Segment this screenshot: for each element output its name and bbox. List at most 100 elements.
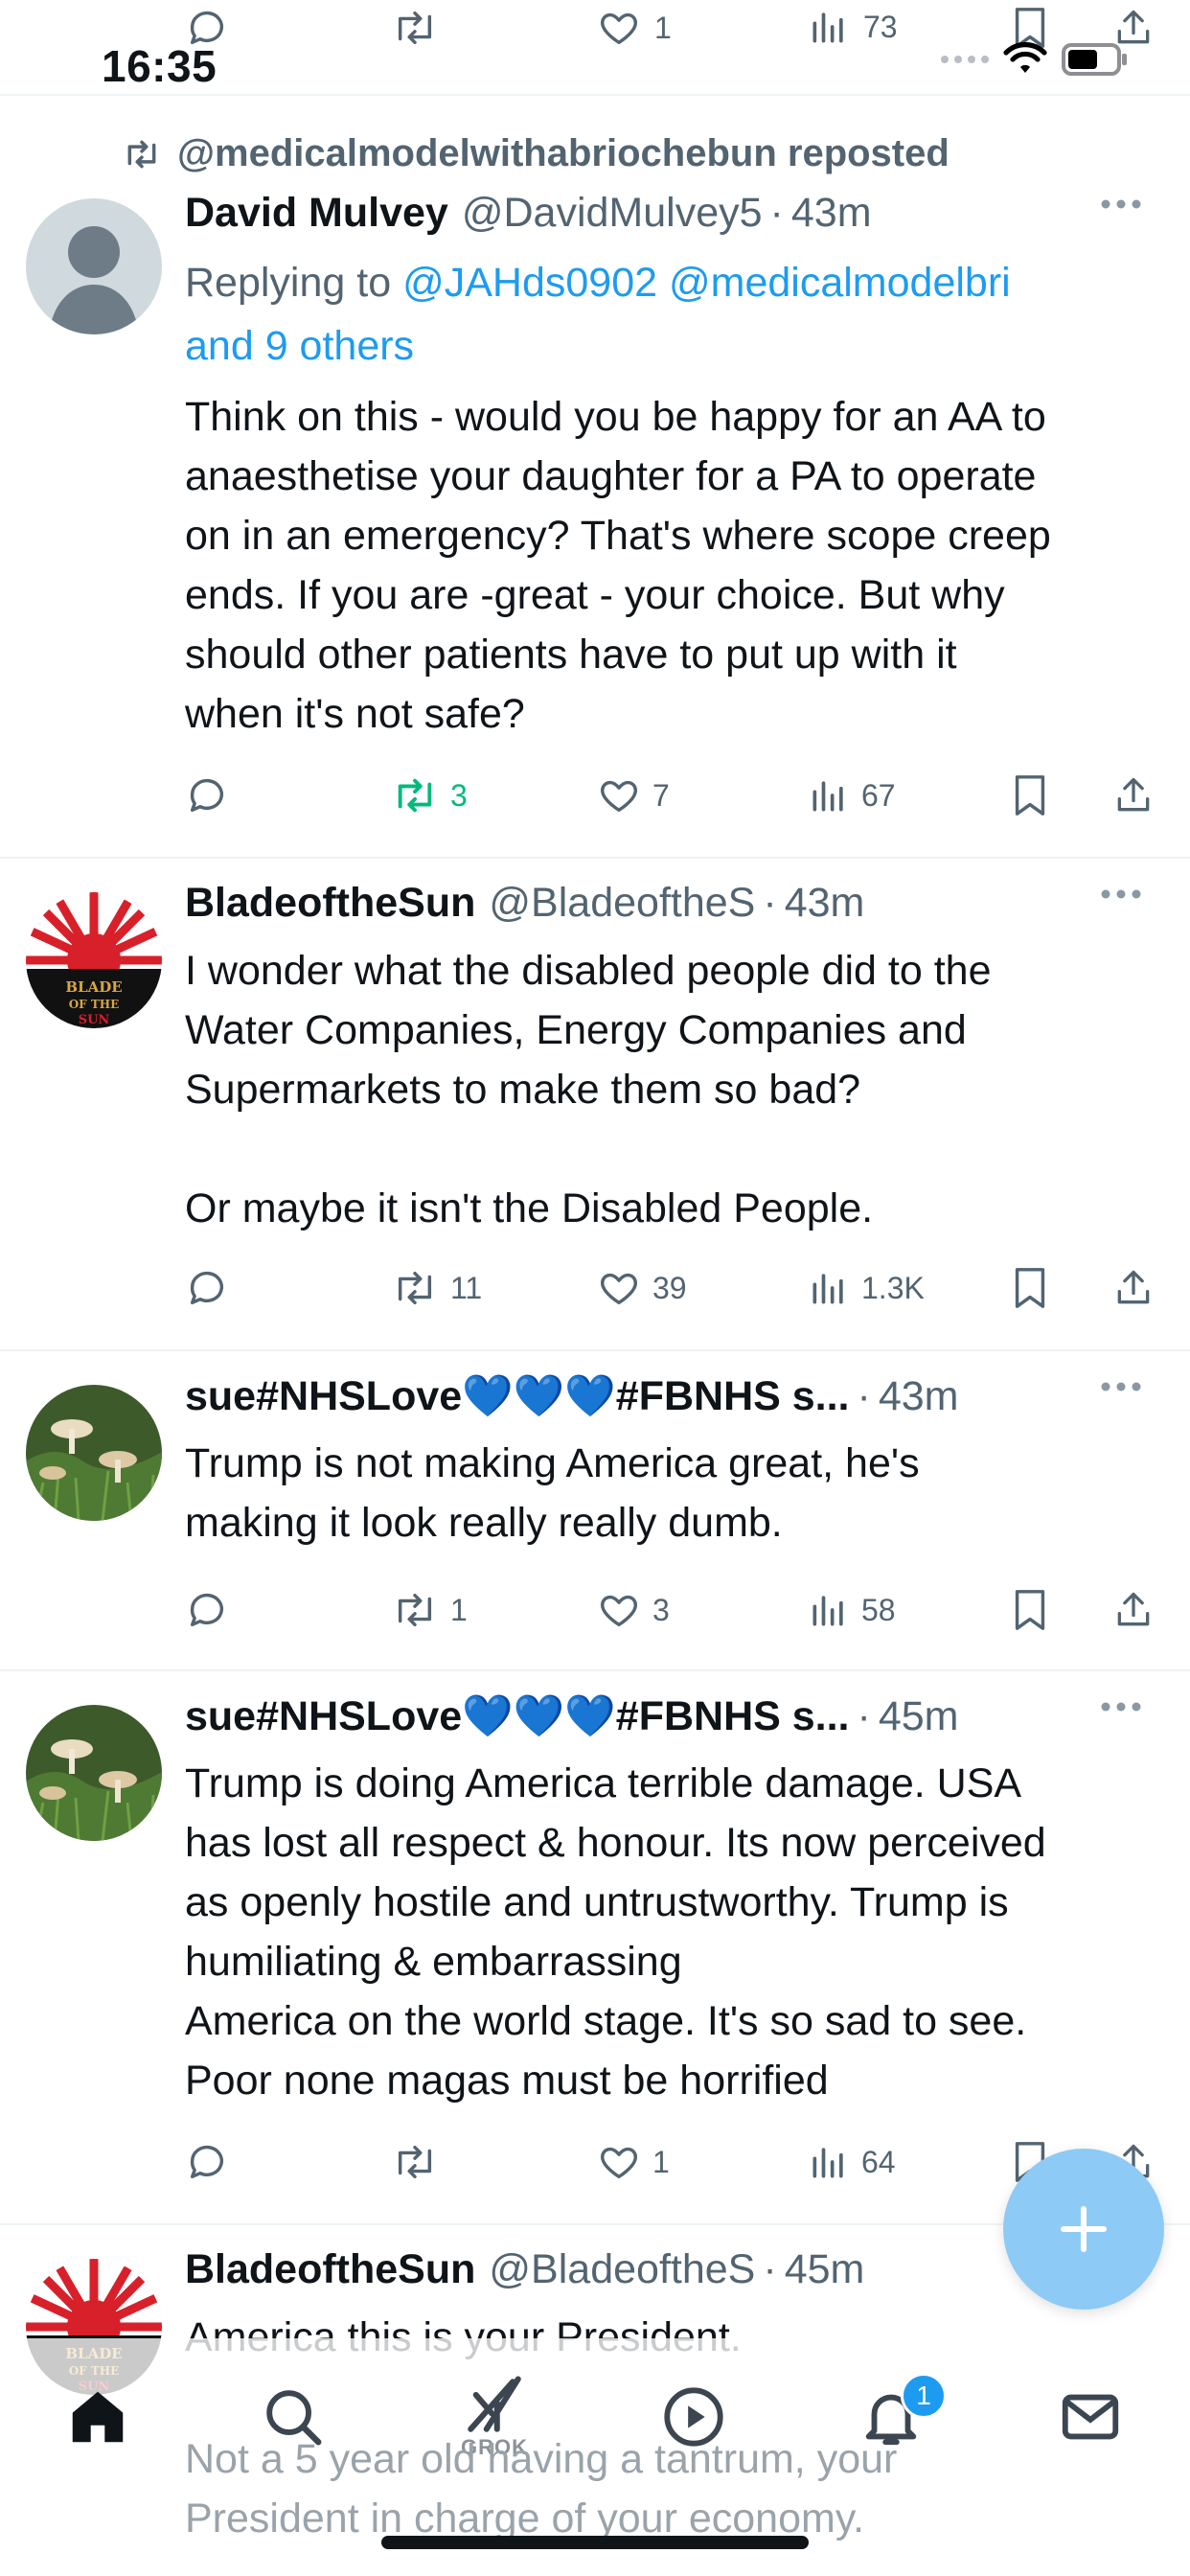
- svg-text:SUN: SUN: [79, 1013, 110, 1027]
- reply-button[interactable]: [185, 1581, 240, 1639]
- heart-icon: [597, 1266, 641, 1310]
- analytics-icon: [808, 1267, 850, 1309]
- more-options-button[interactable]: [1100, 197, 1142, 215]
- repost-count: 1: [450, 1592, 468, 1627]
- heart-icon: [597, 6, 641, 50]
- tweet-actions: 1 3 58: [185, 1581, 1190, 1639]
- tweet-time[interactable]: 45m: [879, 1693, 959, 1740]
- bookmark-button[interactable]: [1011, 767, 1049, 824]
- tweet[interactable]: BLADE OF THE SUN BladeoftheSun @Bladeoft…: [0, 859, 1190, 1351]
- mushrooms-photo-icon: [26, 1385, 162, 1521]
- views-count: 73: [863, 9, 898, 44]
- user-handle[interactable]: @DavidMulvey5: [462, 190, 763, 237]
- repost-attribution[interactable]: @medicalmodelwithabriochebun reposted: [122, 132, 950, 175]
- views-count: 64: [861, 2144, 896, 2179]
- messages-icon: [1057, 2383, 1124, 2450]
- like-button[interactable]: 1: [597, 6, 672, 50]
- tweet-time[interactable]: 45m: [785, 2246, 865, 2293]
- analytics-icon: [808, 2141, 850, 2183]
- user-handle[interactable]: @BladeoftheS: [489, 2246, 755, 2293]
- share-icon: [1112, 1588, 1155, 1632]
- tweet-time[interactable]: 43m: [785, 880, 865, 927]
- status-time: 16:35: [102, 41, 217, 91]
- home-icon: [64, 2383, 131, 2450]
- tweet-text: Think on this - would you be happy for a…: [185, 394, 1051, 737]
- replying-to-links[interactable]: @JAHds0902 @medicalmodelbri: [402, 260, 1011, 306]
- repost-button[interactable]: [391, 6, 439, 50]
- repost-button[interactable]: 11: [391, 1259, 482, 1317]
- reply-button[interactable]: [185, 1259, 240, 1317]
- bookmark-button[interactable]: [1011, 1259, 1049, 1317]
- tweet-time[interactable]: 43m: [791, 190, 872, 237]
- more-options-button[interactable]: [1100, 1380, 1142, 1397]
- nav-messages[interactable]: [1042, 2369, 1138, 2465]
- bookmark-button[interactable]: [1011, 1581, 1049, 1639]
- views-button[interactable]: 58: [808, 1581, 896, 1639]
- bookmark-icon: [1011, 1588, 1049, 1632]
- repost-button[interactable]: 1: [391, 1581, 468, 1639]
- avatar[interactable]: [26, 1705, 162, 1841]
- display-name[interactable]: BladeoftheSun: [185, 2246, 475, 2293]
- heart-icon: [597, 2140, 641, 2184]
- replying-to-others[interactable]: and 9 others: [185, 323, 414, 369]
- repost-count: 3: [450, 777, 468, 813]
- rising-sun-logo-icon: BLADE OF THE SUN: [26, 892, 162, 1028]
- cellular-signal-icon: [941, 56, 989, 63]
- share-icon: [1112, 773, 1155, 817]
- more-options-button[interactable]: [1100, 887, 1142, 905]
- like-count: 7: [652, 777, 670, 813]
- nav-home[interactable]: [50, 2369, 146, 2465]
- display-name[interactable]: sue#NHSLove💙💙💙#FBNHS s...: [185, 1372, 850, 1420]
- reply-icon: [185, 1266, 229, 1310]
- views-button[interactable]: 73: [808, 6, 898, 48]
- reply-icon: [185, 773, 229, 817]
- views-button[interactable]: 64: [808, 2133, 896, 2191]
- analytics-icon: [808, 1589, 850, 1631]
- like-button[interactable]: 3: [597, 1581, 670, 1639]
- like-button[interactable]: 7: [597, 767, 670, 824]
- tweet-text: Trump is not making America great, he's …: [185, 1440, 920, 1546]
- display-name[interactable]: David Mulvey: [185, 190, 448, 237]
- views-button[interactable]: 1.3K: [808, 1259, 925, 1317]
- default-person-icon: [49, 226, 139, 334]
- repost-icon: [391, 1588, 439, 1632]
- share-button[interactable]: [1112, 1259, 1155, 1317]
- reply-button[interactable]: [185, 2133, 240, 2191]
- user-handle[interactable]: @BladeoftheS: [489, 880, 755, 927]
- like-button[interactable]: 39: [597, 1259, 687, 1317]
- notifications-badge: 1: [901, 2373, 947, 2419]
- tweet-time[interactable]: 43m: [879, 1373, 959, 1420]
- views-count: 67: [861, 777, 896, 813]
- display-name[interactable]: sue#NHSLove💙💙💙#FBNHS s...: [185, 1692, 850, 1740]
- tweet[interactable]: @medicalmodelwithabriochebun reposted Da…: [0, 98, 1190, 859]
- avatar[interactable]: [26, 198, 162, 334]
- more-icon: [1100, 1701, 1142, 1713]
- reply-button[interactable]: [185, 767, 240, 824]
- views-button[interactable]: 67: [808, 767, 896, 824]
- tweet[interactable]: sue#NHSLove💙💙💙#FBNHS s... · 43m Trump is…: [0, 1351, 1190, 1671]
- battery-icon: [1062, 42, 1129, 77]
- analytics-icon: [808, 6, 850, 48]
- more-options-button[interactable]: [1100, 1700, 1142, 1717]
- like-button[interactable]: 1: [597, 2133, 670, 2191]
- share-button[interactable]: [1112, 1581, 1155, 1639]
- display-name[interactable]: BladeoftheSun: [185, 880, 475, 927]
- tweet-text-continued: Not a 5 year old having a tantrum, your …: [185, 2436, 898, 2542]
- share-button[interactable]: [1112, 767, 1155, 824]
- repost-button[interactable]: 3: [391, 767, 468, 824]
- repost-icon: [122, 136, 162, 172]
- tweet[interactable]: sue#NHSLove💙💙💙#FBNHS s... · 45m Trump is…: [0, 1671, 1190, 2225]
- repost-button[interactable]: [391, 2133, 450, 2191]
- reply-icon: [185, 1588, 229, 1632]
- svg-text:OF THE: OF THE: [69, 998, 120, 1011]
- tweet-text: I wonder what the disabled people did to…: [185, 948, 992, 1231]
- like-count: 39: [652, 1270, 687, 1305]
- avatar[interactable]: BLADE OF THE SUN: [26, 892, 162, 1028]
- tweet-actions: 11 39 1.3K: [185, 1259, 1190, 1317]
- replying-to: Replying to @JAHds0902 @medicalmodelbri …: [185, 260, 1011, 369]
- repost-icon: [391, 1266, 439, 1310]
- compose-button[interactable]: [1003, 2149, 1164, 2310]
- avatar[interactable]: [26, 1385, 162, 1521]
- bookmark-icon: [1011, 1266, 1049, 1310]
- tweet-header: sue#NHSLove💙💙💙#FBNHS s... · 45m: [185, 1692, 959, 1740]
